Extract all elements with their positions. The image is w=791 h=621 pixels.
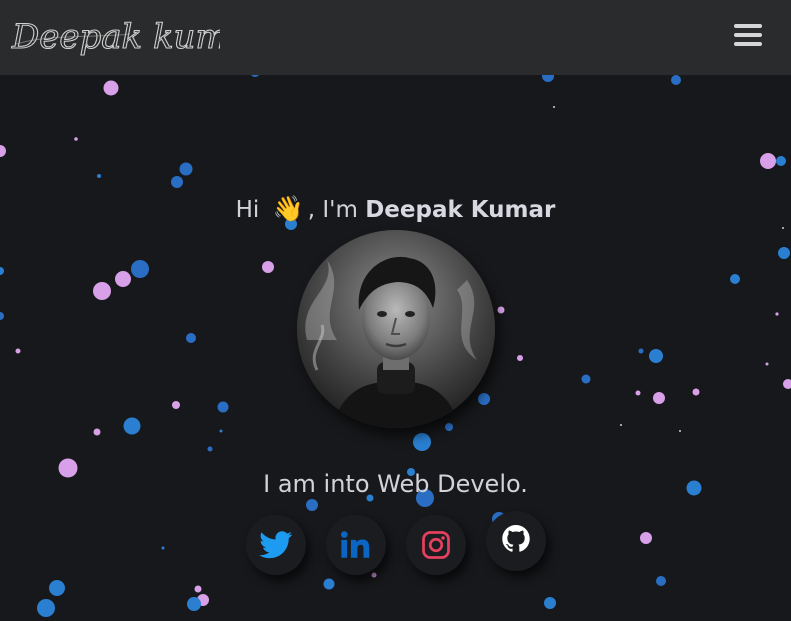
menu-bar <box>734 42 762 46</box>
instagram-icon <box>422 531 450 559</box>
hero-section: Hi 👋, I'm Deepak Kumar I am into Web Dev… <box>0 0 791 621</box>
avatar <box>297 230 495 428</box>
linkedin-link[interactable] <box>326 515 386 575</box>
menu-bar <box>734 33 762 37</box>
twitter-link[interactable] <box>246 515 306 575</box>
linkedin-icon <box>340 531 370 558</box>
navbar: Deepak kumar <box>0 0 791 75</box>
greeting-prefix: Hi <box>235 197 260 223</box>
wave-emoji-icon: 👋 <box>272 194 304 223</box>
social-links <box>0 511 791 579</box>
logo-signature[interactable]: Deepak kumar <box>10 4 220 70</box>
github-link[interactable] <box>486 511 546 571</box>
page: Deepak kumar Hi 👋, I'm Deepak Kumar <box>0 0 791 621</box>
github-icon <box>502 525 530 552</box>
profile-photo <box>297 230 495 428</box>
greeting-mid: , I'm <box>307 197 358 223</box>
logo-text: Deepak kumar <box>11 17 220 57</box>
menu-bar <box>734 24 762 28</box>
greeting-heading: Hi 👋, I'm Deepak Kumar <box>0 194 791 224</box>
hamburger-menu-icon[interactable] <box>734 24 762 48</box>
instagram-link[interactable] <box>406 515 466 575</box>
hero-name: Deepak Kumar <box>365 197 556 223</box>
tagline-text: I am into Web Develo. <box>263 470 528 498</box>
twitter-icon <box>259 531 293 559</box>
